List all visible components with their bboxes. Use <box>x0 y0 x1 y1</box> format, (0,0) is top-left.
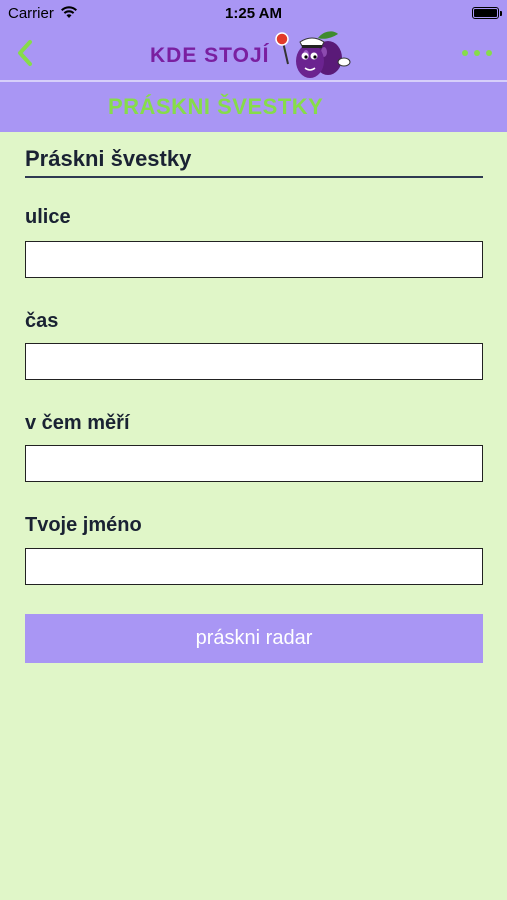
back-chevron-icon <box>18 40 32 66</box>
section-title: PRÁSKNI ŠVESTKY <box>108 94 324 119</box>
battery-icon <box>472 7 502 19</box>
time-input[interactable] <box>25 343 483 380</box>
vehicle-label: v čem měří <box>25 412 130 434</box>
app-logo: KDE STOJÍ <box>150 28 365 80</box>
logo-text: KDE STOJÍ <box>150 44 270 67</box>
back-button[interactable] <box>12 36 42 72</box>
form-title: Práskni švestky <box>25 146 483 178</box>
name-label: Tvoje jméno <box>25 514 142 536</box>
status-bar: Carrier 1:25 AM <box>0 0 507 28</box>
nav-bar: KDE STOJÍ <box>0 28 507 82</box>
status-time: 1:25 AM <box>225 5 282 22</box>
submit-button[interactable]: práskni radar <box>25 614 483 663</box>
street-input[interactable] <box>25 241 483 278</box>
plum-mascot-logo <box>275 31 351 78</box>
time-label: čas <box>25 310 59 332</box>
street-label: ulice <box>25 206 71 228</box>
more-dots-icon <box>462 50 492 56</box>
more-button[interactable] <box>459 42 495 64</box>
vehicle-input[interactable] <box>25 445 483 482</box>
name-input[interactable] <box>25 548 483 585</box>
section-header: PRÁSKNI ŠVESTKY <box>0 82 507 132</box>
